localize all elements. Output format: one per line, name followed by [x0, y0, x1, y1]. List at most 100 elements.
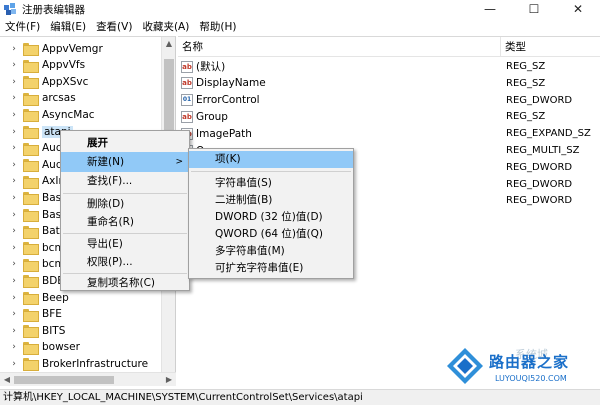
- value-row[interactable]: ab Group REG_SZ: [178, 108, 600, 125]
- watermark-url: LUYOUQI520.COM: [495, 374, 567, 383]
- string-icon: ab: [181, 77, 193, 90]
- tree-item-label: arcsas: [42, 92, 76, 105]
- expand-chevron-icon[interactable]: ›: [8, 176, 20, 186]
- folder-icon: [23, 92, 39, 106]
- expand-chevron-icon[interactable]: ›: [8, 77, 20, 87]
- menu-help[interactable]: 帮助(H): [194, 18, 241, 36]
- folder-icon: [23, 142, 39, 156]
- folder-icon: [23, 159, 39, 173]
- new-qword-value-item[interactable]: QWORD (64 位)值(Q): [189, 226, 353, 243]
- ctx-new[interactable]: 新建(N) >: [61, 152, 189, 172]
- expand-chevron-icon[interactable]: ›: [8, 243, 20, 253]
- expand-chevron-icon[interactable]: ›: [8, 210, 20, 220]
- expand-chevron-icon[interactable]: ›: [8, 110, 20, 120]
- scroll-right-icon[interactable]: ▶: [162, 373, 176, 387]
- tree-item[interactable]: › BFE: [0, 306, 162, 323]
- ctx-copy-key-name[interactable]: 复制项名称(C): [61, 273, 189, 293]
- scroll-up-icon[interactable]: ▲: [162, 37, 175, 51]
- expand-chevron-icon[interactable]: ›: [8, 160, 20, 170]
- tree-item-label: BFE: [42, 308, 62, 321]
- tree-item-label: AppvVfs: [42, 59, 86, 72]
- folder-icon: [23, 175, 39, 189]
- watermark-logo-icon: [447, 348, 483, 384]
- tree-item[interactable]: › BITS: [0, 322, 162, 339]
- value-type: REG_MULTI_SZ: [506, 145, 580, 156]
- ctx-rename[interactable]: 重命名(R): [61, 212, 189, 232]
- new-dword-value-item[interactable]: DWORD (32 位)值(D): [189, 209, 353, 226]
- expand-chevron-icon[interactable]: ›: [8, 259, 20, 269]
- value-row[interactable]: 01 ErrorControl REG_DWORD: [178, 92, 600, 109]
- expand-chevron-icon[interactable]: ›: [8, 342, 20, 352]
- expand-chevron-icon[interactable]: ›: [8, 326, 20, 336]
- ctx-expand[interactable]: 展开: [61, 133, 189, 153]
- folder-icon: [23, 192, 39, 206]
- folder-icon: [23, 43, 39, 56]
- new-key-item[interactable]: 项(K): [189, 151, 353, 168]
- expand-chevron-icon[interactable]: ›: [8, 127, 20, 137]
- tree-item[interactable]: › AsyncMac: [0, 106, 162, 123]
- tree-item-label: AsyncMac: [42, 108, 95, 121]
- value-name: ErrorControl: [196, 94, 260, 107]
- status-bar-path: 计算机\HKEY_LOCAL_MACHINE\SYSTEM\CurrentCon…: [0, 389, 600, 405]
- expand-chevron-icon[interactable]: ›: [8, 359, 20, 369]
- tree-item-label: AppXSvc: [42, 75, 89, 88]
- value-row[interactable]: abImagePathREG_EXPAND_SZ: [178, 125, 600, 142]
- watermark: 系统城 路由器之家 LUYOUQI520.COM: [445, 346, 600, 390]
- folder-icon: [23, 358, 39, 372]
- expand-chevron-icon[interactable]: ›: [8, 143, 20, 153]
- folder-icon: [23, 225, 39, 239]
- close-button[interactable]: ✕: [556, 0, 600, 18]
- scroll-left-icon[interactable]: ◀: [0, 373, 14, 387]
- new-expandable-string-value-item[interactable]: 可扩充字符串值(E): [189, 260, 353, 277]
- hscroll-thumb[interactable]: [14, 376, 114, 384]
- expand-chevron-icon[interactable]: ›: [8, 60, 20, 70]
- column-header-name[interactable]: 名称: [178, 37, 500, 57]
- maximize-button[interactable]: ☐: [512, 0, 556, 18]
- tree-item[interactable]: › BrokerInfrastructure: [0, 355, 162, 372]
- value-type: REG_SZ: [506, 77, 546, 89]
- menu-bar: 文件(F) 编辑(E) 查看(V) 收藏夹(A) 帮助(H): [0, 18, 600, 36]
- expand-chevron-icon[interactable]: ›: [8, 44, 20, 54]
- tree-item[interactable]: › AppvVemgr: [0, 40, 162, 57]
- expand-chevron-icon[interactable]: ›: [8, 276, 20, 286]
- new-string-value-item[interactable]: 字符串值(S): [189, 175, 353, 192]
- value-name: ImagePath: [196, 127, 252, 140]
- expand-chevron-icon[interactable]: ›: [8, 226, 20, 236]
- tree-item[interactable]: › arcsas: [0, 90, 162, 107]
- menu-file[interactable]: 文件(F): [0, 18, 45, 36]
- expand-chevron-icon[interactable]: ›: [8, 309, 20, 319]
- new-multi-string-value-item[interactable]: 多字符串值(M): [189, 243, 353, 260]
- value-name: Group: [196, 110, 228, 123]
- column-header-type[interactable]: 类型: [500, 37, 600, 57]
- value-type: REG_DWORD: [506, 161, 573, 173]
- folder-icon: [23, 209, 39, 222]
- value-type: REG_EXPAND_SZ: [506, 128, 591, 140]
- minimize-button[interactable]: —: [468, 0, 512, 18]
- folder-icon: [23, 308, 39, 322]
- expand-chevron-icon[interactable]: ›: [8, 93, 20, 103]
- tree-item[interactable]: › bowser: [0, 339, 162, 356]
- ctx-export[interactable]: 导出(E): [61, 234, 189, 254]
- expand-chevron-icon[interactable]: ›: [8, 293, 20, 303]
- menu-edit[interactable]: 编辑(E): [45, 18, 91, 36]
- value-name: DisplayName: [196, 77, 266, 90]
- list-header: 名称 类型: [178, 37, 600, 57]
- ctx-delete[interactable]: 删除(D): [61, 194, 189, 214]
- tree-item[interactable]: › AppXSvc: [0, 73, 162, 90]
- tree-item-label: BITS: [42, 324, 66, 337]
- ctx-find[interactable]: 查找(F)...: [61, 171, 189, 191]
- ctx-permissions[interactable]: 权限(P)...: [61, 252, 189, 272]
- tree-item[interactable]: › AppvVfs: [0, 57, 162, 74]
- folder-icon: [23, 292, 39, 305]
- value-row[interactable]: ab DisplayName REG_SZ: [178, 75, 600, 92]
- value-row[interactable]: ab (默认) REG_SZ: [178, 58, 600, 75]
- expand-chevron-icon[interactable]: ›: [8, 193, 20, 203]
- new-submenu: 项(K) 字符串值(S) 二进制值(B) DWORD (32 位)值(D) QW…: [188, 148, 354, 279]
- menu-view[interactable]: 查看(V): [91, 18, 137, 36]
- new-binary-value-item[interactable]: 二进制值(B): [189, 192, 353, 209]
- regedit-app-icon: [4, 3, 16, 15]
- menu-favorites[interactable]: 收藏夹(A): [137, 18, 194, 36]
- value-name: (默认): [196, 61, 226, 73]
- tree-horizontal-scrollbar[interactable]: ◀ ▶: [0, 372, 176, 386]
- window-title: 注册表编辑器: [22, 3, 85, 16]
